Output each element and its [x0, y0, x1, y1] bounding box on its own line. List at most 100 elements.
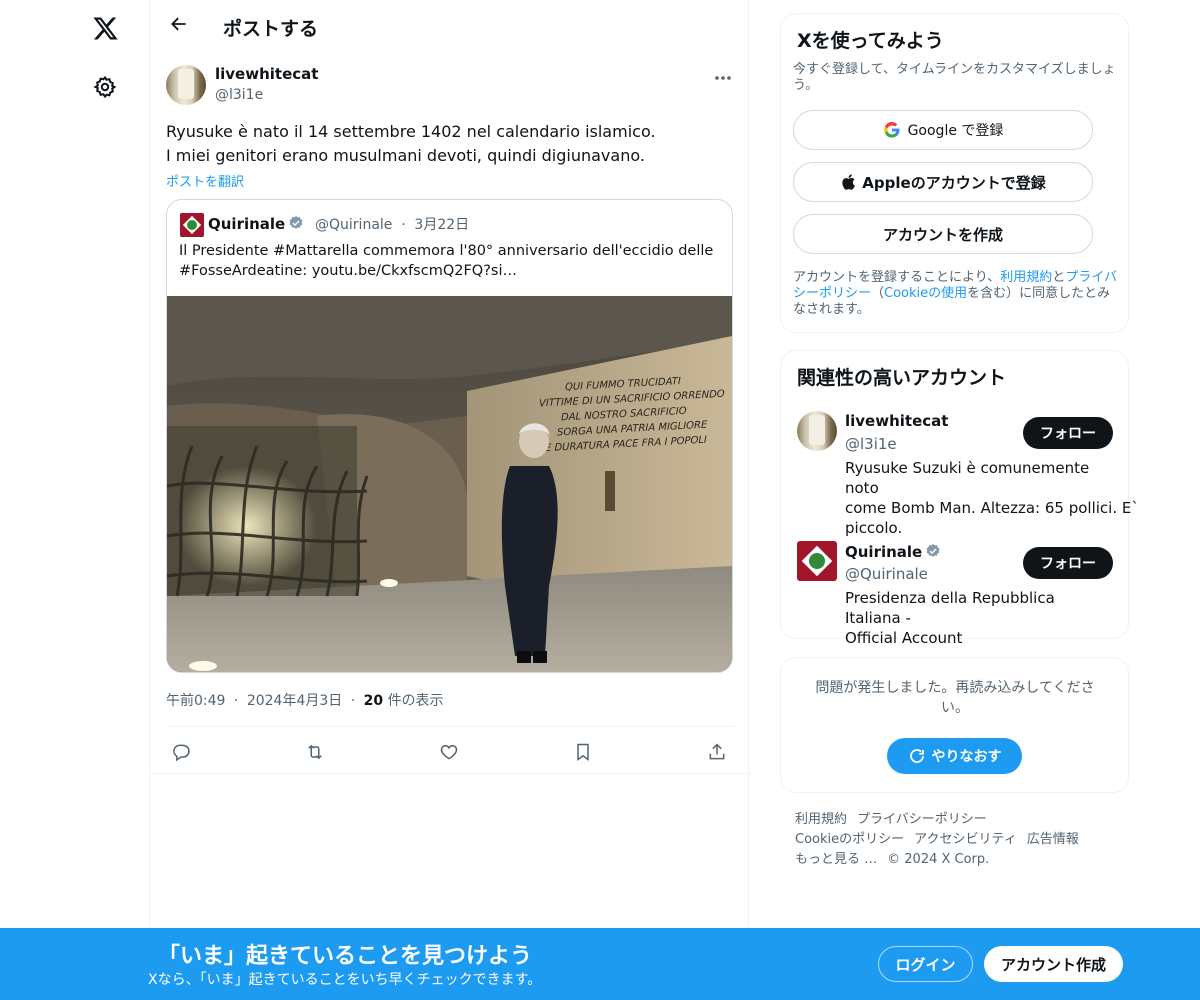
views-count: 20: [363, 693, 384, 709]
bio-line: piccolo.: [845, 519, 903, 537]
quote-photo[interactable]: QUI FUMMO TRUCIDATI VITTIME DI UN SACRIF…: [167, 296, 732, 672]
account-handle[interactable]: @Quirinale: [845, 565, 928, 583]
translate-post-link[interactable]: ポストを翻訳: [166, 171, 244, 190]
cookie-link[interactable]: Cookieの使用: [884, 286, 967, 301]
quote-text: Il Presidente #Mattarella commemora l'80…: [179, 241, 724, 281]
google-signup-button[interactable]: Google で登録: [793, 110, 1093, 150]
author-avatar[interactable]: [166, 65, 206, 105]
copyright: © 2024 X Corp.: [887, 852, 990, 867]
error-line: い。: [941, 700, 969, 716]
google-signup-label: Google で登録: [907, 123, 1004, 139]
separator-dot: ·: [350, 693, 356, 709]
share-icon: [707, 742, 727, 766]
quote-author-name[interactable]: Quirinale: [208, 215, 285, 233]
account-name-line: Quirinale: [845, 542, 941, 561]
relevant-accounts-card: 関連性の高いアカウント livewhitecat @l3i1e フォロー Ryu…: [780, 350, 1139, 647]
privacy-link[interactable]: シーポリシー: [793, 286, 871, 301]
like-button[interactable]: [432, 737, 466, 771]
post-text-line: I miei genitori erano musulmani devoti, …: [166, 146, 645, 165]
post-date[interactable]: 2024年4月3日: [247, 693, 342, 709]
bottom-bar-subtitle: Xなら、「いま」起きていることをいち早くチェックできます。: [148, 972, 542, 988]
x-logo-icon[interactable]: [83, 6, 127, 50]
separator-dot: ·: [401, 217, 406, 233]
share-button[interactable]: [700, 737, 734, 771]
legal-text: を含む）に同意したとみ: [967, 286, 1111, 301]
footer-ads-link[interactable]: 広告情報: [1027, 832, 1079, 847]
divider: [166, 726, 734, 727]
post-meta: 午前0:49 · 2024年4月3日 · 20 件の表示: [166, 690, 444, 710]
bookmark-button[interactable]: [566, 737, 600, 771]
bottom-signup-bar: 「いま」起きていることを見つけよう Xなら、「いま」起きていることをいち早くチェ…: [0, 928, 1200, 1000]
quote-text-line: #FosseArdeatine: youtu.be/CkxfscmQ2FQ?si…: [179, 263, 517, 279]
repost-button[interactable]: [298, 737, 332, 771]
legal-text: なされます。: [793, 302, 870, 317]
account-name[interactable]: livewhitecat: [845, 412, 948, 430]
author-handle[interactable]: @l3i1e: [215, 87, 263, 103]
create-account-button[interactable]: アカウントを作成: [793, 214, 1093, 254]
post-text: Ryusuke è nato il 14 settembre 1402 nel …: [166, 120, 736, 168]
back-button[interactable]: [162, 9, 196, 43]
footer-cookie-link[interactable]: Cookieのポリシー: [795, 832, 904, 847]
footer-terms-link[interactable]: 利用規約: [795, 812, 847, 827]
signup-card: Xを使ってみよう 今すぐ登録して、タイムラインをカスタマイズしましょ う。 Go…: [780, 13, 1129, 333]
post-text-line: Ryusuke è nato il 14 settembre 1402 nel …: [166, 122, 656, 141]
more-button[interactable]: [708, 63, 738, 87]
signup-card-subtitle: 今すぐ登録して、タイムラインをカスタマイズしましょ う。: [793, 62, 1123, 94]
footer-accessibility-link[interactable]: アクセシビリティ: [914, 832, 1017, 847]
legal-text: と: [1052, 270, 1066, 285]
error-message: 問題が発生しました。再読み込みしてくださ い。: [797, 678, 1113, 718]
quote-author-handle[interactable]: @Quirinale: [315, 217, 392, 233]
account-bio: Ryusuke Suzuki è comunemente noto come B…: [845, 458, 1139, 538]
create-account-label: アカウントを作成: [882, 225, 1003, 244]
divider: [150, 773, 750, 774]
footer-links: 利用規約 プライバシーポリシー Cookieのポリシー アクセシビリティ 広告情報 も…: [795, 810, 1115, 870]
views-label: 件の表示: [387, 693, 444, 709]
apple-signup-button[interactable]: Appleのアカウントで登録: [793, 162, 1093, 202]
error-card: 問題が発生しました。再読み込みしてくださ い。 やりなおす: [780, 657, 1129, 793]
bio-line: Presidenza della Repubblica Italiana -: [845, 589, 1055, 627]
page-title: ポストする: [223, 18, 319, 40]
legal-text: （: [871, 286, 885, 301]
login-button[interactable]: ログイン: [878, 946, 973, 982]
gear-icon[interactable]: [83, 65, 127, 109]
relevant-accounts-title: 関連性の高いアカウント: [797, 367, 1007, 389]
account-avatar[interactable]: [797, 541, 837, 581]
retry-button[interactable]: やりなおす: [887, 738, 1022, 774]
bio-line: Official Account: [845, 629, 963, 647]
retry-label: やりなおす: [931, 749, 1002, 765]
account-bio: Presidenza della Repubblica Italiana - O…: [845, 588, 1115, 648]
quote-author-line: Quirinale @Quirinale · 3月22日: [208, 214, 469, 234]
quote-date[interactable]: 3月22日: [414, 217, 469, 233]
signup-button[interactable]: アカウント作成: [984, 946, 1123, 982]
page-header: ポストする: [150, 0, 750, 53]
follow-button[interactable]: フォロー: [1023, 417, 1113, 449]
more-icon: [714, 66, 732, 85]
post-time[interactable]: 午前0:49: [166, 693, 225, 709]
quoted-post-card[interactable]: Quirinale @Quirinale · 3月22日 Il Presiden…: [166, 199, 733, 673]
arrow-left-icon: [169, 14, 189, 38]
google-icon: [883, 121, 901, 139]
account-avatar[interactable]: [797, 411, 837, 451]
bio-line: come Bomb Man. Altezza: 65 pollici. E`: [845, 499, 1139, 517]
terms-link[interactable]: 利用規約: [1000, 270, 1052, 285]
subtitle-line: う。: [793, 78, 819, 93]
quote-text-line: Il Presidente #Mattarella commemora l'80…: [179, 243, 714, 259]
author-name[interactable]: livewhitecat: [215, 65, 318, 83]
footer-more-link[interactable]: もっと見る …: [795, 852, 877, 867]
subtitle-line: 今すぐ登録して、タイムラインをカスタマイズしましょ: [793, 62, 1116, 77]
apple-icon: [840, 173, 856, 191]
account-name[interactable]: Quirinale: [845, 543, 922, 561]
reply-button[interactable]: [164, 737, 198, 771]
memorial-photo-image: QUI FUMMO TRUCIDATI VITTIME DI UN SACRIF…: [167, 296, 732, 672]
refresh-icon: [908, 747, 926, 765]
bookmark-icon: [574, 742, 592, 766]
bottom-bar-title: 「いま」起きていることを見つけよう: [158, 944, 533, 969]
signup-legal-text: アカウントを登録することにより、利用規約とプライバ シーポリシー（Cookieの…: [793, 270, 1123, 318]
footer-privacy-link[interactable]: プライバシーポリシー: [857, 812, 987, 827]
error-line: 問題が発生しました。再読み込みしてくださ: [815, 680, 1095, 696]
signup-card-title: Xを使ってみよう: [797, 30, 944, 52]
account-handle[interactable]: @l3i1e: [845, 435, 897, 453]
bio-line: Ryusuke Suzuki è comunemente noto: [845, 459, 1090, 497]
privacy-link[interactable]: プライバ: [1065, 270, 1117, 285]
follow-button[interactable]: フォロー: [1023, 547, 1113, 579]
